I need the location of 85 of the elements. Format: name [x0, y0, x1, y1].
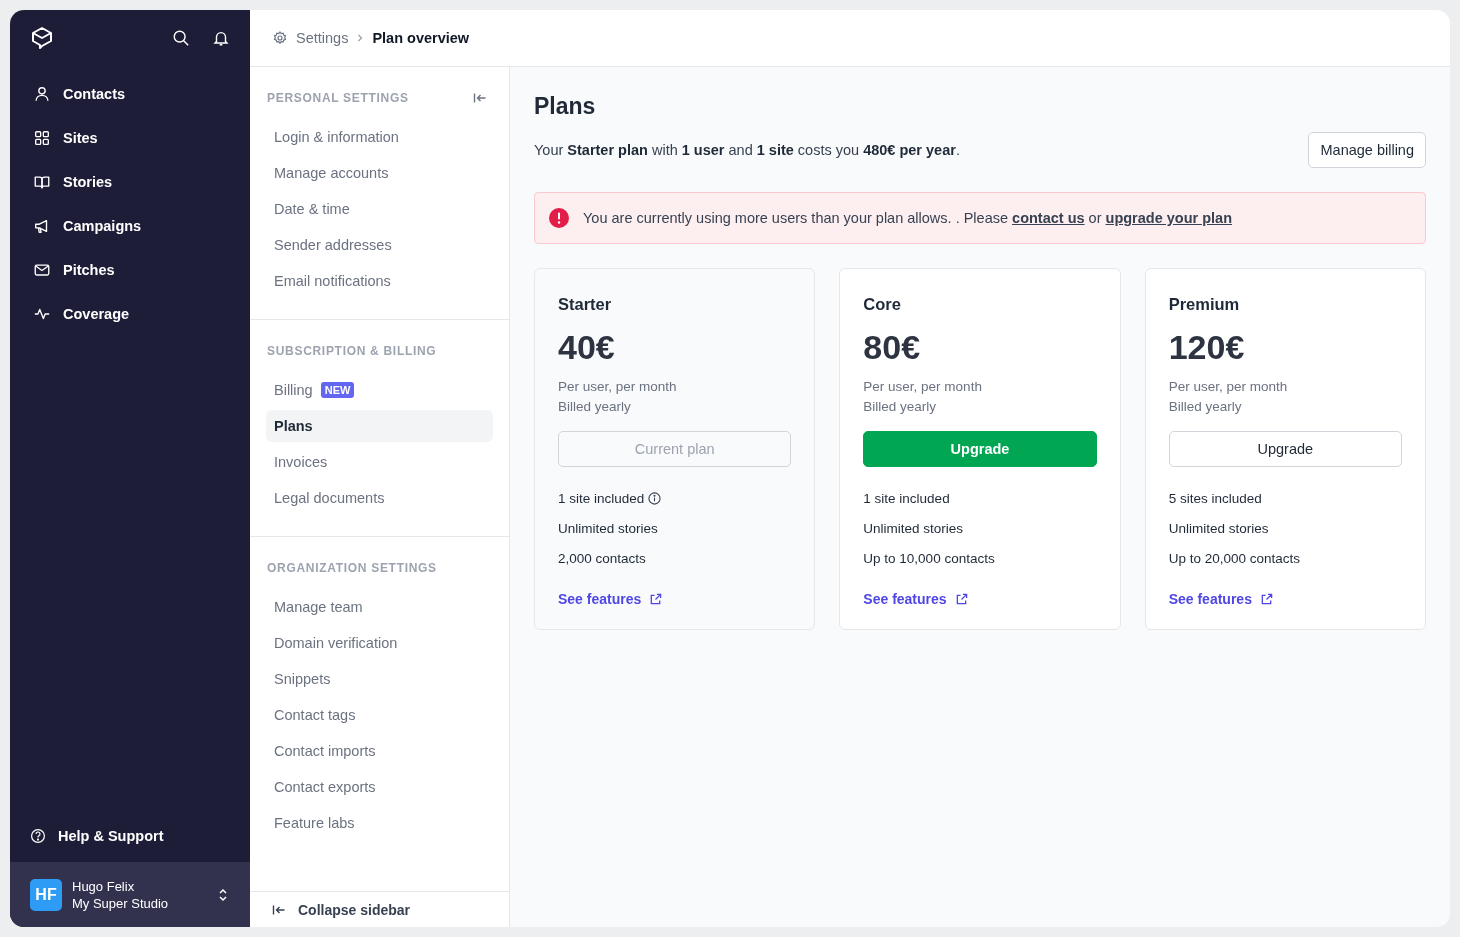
- settings-item[interactable]: Invoices: [266, 446, 493, 478]
- settings-item[interactable]: Legal documents: [266, 482, 493, 514]
- help-icon: [30, 828, 46, 844]
- feature-text: Unlimited stories: [1168, 520, 1269, 536]
- settings-item[interactable]: Login & information: [266, 121, 493, 153]
- user-switcher[interactable]: HF Hugo Felix My Super Studio: [10, 862, 250, 927]
- book-icon: [33, 173, 51, 191]
- bell-icon[interactable]: [212, 29, 230, 47]
- plan-price: 80€: [863, 328, 922, 367]
- chevron-updown-icon: [216, 886, 230, 903]
- settings-item[interactable]: Domain verification: [266, 627, 493, 659]
- billing-note: Billed yearly: [863, 398, 938, 416]
- feature-text: Unlimited stories: [863, 520, 964, 536]
- plan-name: Premium: [1168, 295, 1241, 314]
- price-note: Per user, per month: [1168, 378, 1289, 396]
- feature-text: Up to 20,000 contacts: [1168, 550, 1300, 566]
- feature-text: 1 site included: [558, 490, 645, 506]
- page-title: Plans: [534, 93, 597, 120]
- billing-note: Billed yearly: [1168, 398, 1243, 416]
- settings-item[interactable]: Contact imports: [266, 735, 493, 767]
- breadcrumb-current: Plan overview: [372, 30, 470, 46]
- section-heading: SUBSCRIPTION & BILLING: [267, 344, 437, 358]
- nav-item[interactable]: Sites: [10, 116, 250, 160]
- user-name: Hugo Felix: [72, 878, 136, 894]
- person-icon: [33, 85, 51, 103]
- feature-text: 1 site included: [863, 490, 950, 506]
- external-link-icon: [649, 592, 663, 606]
- price-note: Per user, per month: [863, 378, 983, 396]
- settings-item[interactable]: Date & time: [266, 193, 493, 225]
- settings-item[interactable]: Manage accounts: [266, 157, 493, 189]
- upgrade-link[interactable]: upgrade your plan: [1105, 210, 1233, 226]
- search-icon[interactable]: [172, 29, 190, 47]
- settings-item[interactable]: Sender addresses: [266, 229, 493, 261]
- see-features-link[interactable]: See features: [558, 591, 792, 607]
- grid-icon: [33, 129, 51, 147]
- help-link[interactable]: Help & Support: [10, 814, 250, 858]
- section-heading: ORGANIZATION SETTINGS: [267, 561, 437, 575]
- nav-item[interactable]: Pitches: [10, 248, 250, 292]
- collapse-sidebar-button[interactable]: Collapse sidebar: [250, 891, 509, 927]
- nav-item[interactable]: Contacts: [10, 72, 250, 116]
- feature-text: 5 sites included: [1168, 490, 1262, 506]
- new-badge: NEW: [320, 382, 355, 398]
- plan-name: Starter: [558, 295, 613, 314]
- feature-text: Up to 10,000 contacts: [863, 550, 995, 566]
- feature-text: Unlimited stories: [558, 520, 658, 536]
- alert-icon: [549, 208, 569, 228]
- envelope-icon: [33, 261, 51, 279]
- info-icon[interactable]: [648, 491, 662, 505]
- feature-text: 2,000 contacts: [558, 550, 646, 566]
- gear-icon: [272, 30, 288, 46]
- nav-item[interactable]: Stories: [10, 160, 250, 204]
- manage-billing-button[interactable]: Manage billing: [1308, 132, 1426, 168]
- contact-link[interactable]: contact us: [1012, 210, 1085, 226]
- settings-item[interactable]: Billing NEW: [266, 374, 493, 406]
- settings-item[interactable]: Contact exports: [266, 771, 493, 803]
- alert-message: You are currently using more users than your plan allows. . Please contact us or upgrade your plan: [583, 210, 1233, 226]
- chevron-right-icon: [356, 33, 365, 43]
- collapse-icon: [272, 903, 286, 916]
- upgrade-button[interactable]: Upgrade: [863, 431, 1097, 467]
- nav-item[interactable]: Coverage: [10, 292, 250, 336]
- billing-note: Billed yearly: [558, 398, 632, 416]
- settings-item[interactable]: Feature labs: [266, 807, 493, 839]
- breadcrumb-link[interactable]: Settings: [296, 30, 349, 46]
- upgrade-button[interactable]: Upgrade: [1168, 431, 1402, 467]
- settings-item-label: Billing: [274, 382, 313, 398]
- external-link-icon: [1259, 592, 1273, 606]
- see-features-link[interactable]: See features: [1168, 591, 1402, 607]
- settings-item[interactable]: Snippets: [266, 663, 493, 695]
- settings-item[interactable]: Contact tags: [266, 699, 493, 731]
- org-name: My Super Studio: [72, 895, 170, 911]
- settings-item[interactable]: Plans: [266, 410, 493, 442]
- price-note: Per user, per month: [558, 378, 678, 396]
- plan-name: Core: [863, 295, 902, 314]
- settings-item[interactable]: Email notifications: [266, 265, 493, 297]
- logo-icon: [30, 26, 54, 50]
- plan-price: 40€: [558, 328, 616, 367]
- collapse-icon[interactable]: [473, 92, 487, 104]
- section-heading: PERSONAL SETTINGS: [267, 91, 409, 105]
- nav-item[interactable]: Campaigns: [10, 204, 250, 248]
- plan-price: 120€: [1168, 328, 1246, 367]
- plan-summary: Your Starter plan with 1 user and 1 site costs you 480€ per year.: [534, 142, 960, 158]
- settings-item[interactable]: Manage team: [266, 591, 493, 623]
- avatar: HF: [30, 878, 62, 911]
- external-link-icon: [954, 592, 968, 606]
- see-features-link[interactable]: See features: [863, 591, 1097, 607]
